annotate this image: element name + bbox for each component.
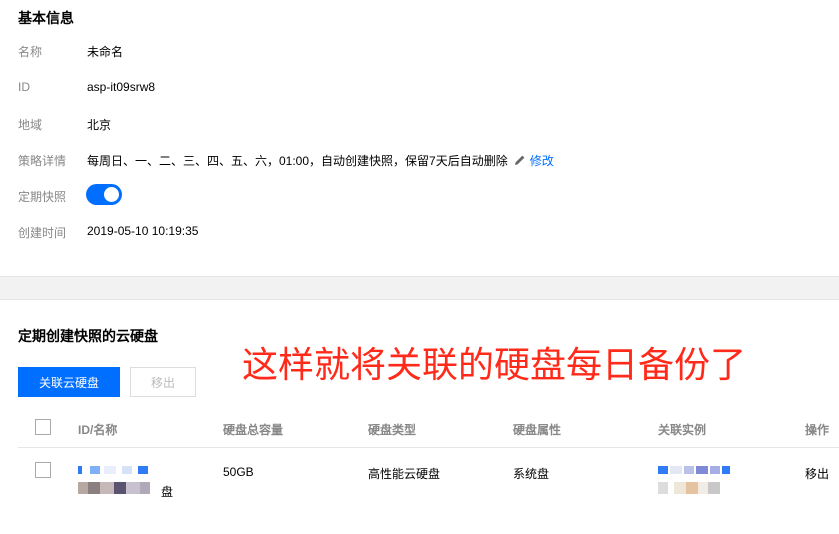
associate-disk-button[interactable]: 关联云硬盘 bbox=[18, 367, 120, 397]
basic-info-title: 基本信息 bbox=[18, 10, 74, 26]
name-value: 未命名 bbox=[87, 45, 124, 59]
col-type: 硬盘类型 bbox=[368, 423, 417, 437]
col-capacity: 硬盘总容量 bbox=[223, 423, 284, 437]
select-all-checkbox[interactable] bbox=[35, 419, 51, 435]
snapshot-toggle[interactable] bbox=[86, 184, 122, 205]
snapshot-label: 定期快照 bbox=[18, 190, 67, 204]
disk-name-suffix: 盘 bbox=[161, 485, 174, 499]
name-label: 名称 bbox=[18, 45, 43, 59]
row-remove-link[interactable]: 移出 bbox=[805, 465, 829, 482]
col-action: 操作 bbox=[805, 423, 830, 437]
pencil-icon[interactable] bbox=[514, 154, 526, 166]
disk-id-redacted[interactable] bbox=[78, 464, 153, 498]
col-instance: 关联实例 bbox=[658, 423, 707, 437]
policy-label: 策略详情 bbox=[18, 154, 67, 168]
remove-button: 移出 bbox=[130, 367, 196, 397]
toggle-knob bbox=[104, 187, 119, 202]
id-label: ID bbox=[18, 80, 30, 94]
red-annotation: 这样就将关联的硬盘每日备份了 bbox=[242, 345, 747, 386]
table-header-rule bbox=[18, 447, 839, 448]
disks-section-title: 定期创建快照的云硬盘 bbox=[18, 328, 158, 344]
policy-value: 每周日、一、二、三、四、五、六，01:00，自动创建快照，保留7天后自动删除 bbox=[87, 154, 508, 168]
created-value: 2019-05-10 10:19:35 bbox=[87, 224, 199, 238]
section-divider bbox=[0, 276, 839, 300]
disk-capacity: 50GB bbox=[223, 465, 254, 479]
policy-edit-link[interactable]: 修改 bbox=[530, 154, 554, 168]
disk-type: 高性能云硬盘 bbox=[368, 467, 441, 481]
col-id-name: ID/名称 bbox=[78, 423, 118, 437]
row-checkbox[interactable] bbox=[35, 462, 51, 478]
region-label: 地域 bbox=[18, 118, 43, 132]
created-label: 创建时间 bbox=[18, 226, 67, 240]
region-value: 北京 bbox=[87, 118, 112, 132]
policy-detail: 每周日、一、二、三、四、五、六，01:00，自动创建快照，保留7天后自动删除 修改 bbox=[87, 152, 554, 169]
disk-attribute: 系统盘 bbox=[513, 467, 550, 481]
id-value: asp-it09srw8 bbox=[87, 80, 156, 94]
instance-redacted[interactable] bbox=[658, 464, 733, 498]
col-attribute: 硬盘属性 bbox=[513, 423, 562, 437]
